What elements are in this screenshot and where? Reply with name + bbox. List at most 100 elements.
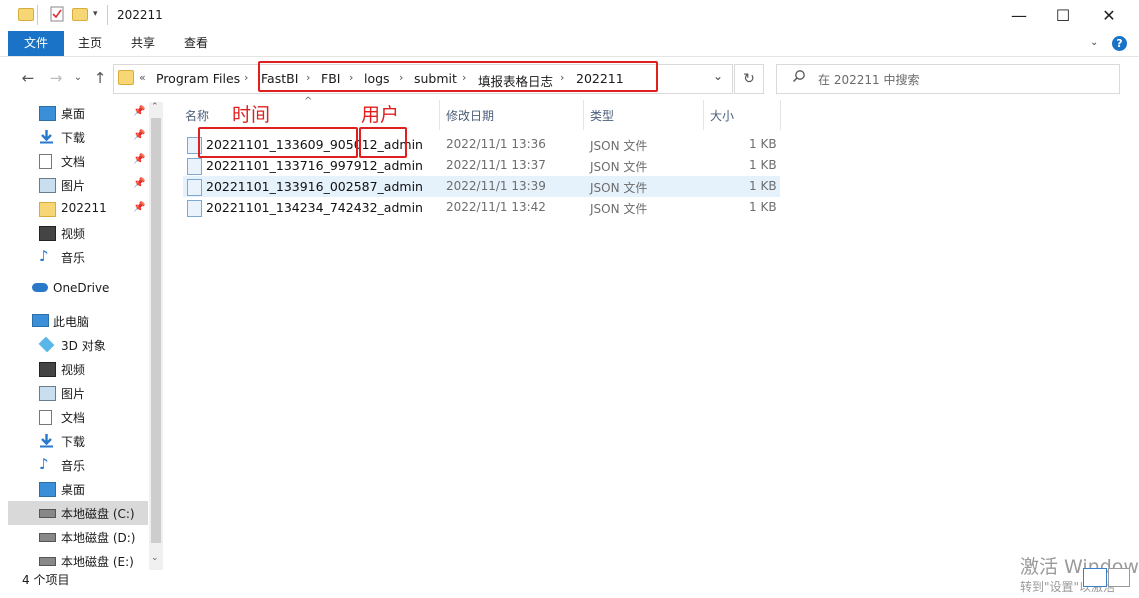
pictures-icon	[39, 386, 56, 401]
tab-home[interactable]: 主页	[70, 31, 110, 56]
large-icons-view-icon[interactable]	[1108, 568, 1130, 587]
sidebar-item-pictures-pc[interactable]: 图片	[0, 381, 148, 405]
breadcrumb-program-files[interactable]: Program Files	[156, 71, 240, 86]
computer-icon	[32, 314, 49, 327]
file-name: 20221101_133916_002587_admin	[206, 179, 423, 194]
back-button[interactable]: ←	[16, 66, 40, 90]
close-button[interactable]: ✕	[1086, 0, 1132, 31]
json-file-icon	[187, 200, 202, 217]
sidebar-item-music-pc[interactable]: ♪ 音乐	[0, 453, 148, 477]
quick-access-dropdown-icon[interactable]: ▾	[93, 9, 98, 19]
file-size: 1 KB	[749, 137, 777, 151]
sidebar-item-this-pc[interactable]: 此电脑	[0, 309, 148, 333]
refresh-button[interactable]: ↻	[734, 64, 764, 94]
column-divider[interactable]	[439, 100, 440, 130]
sidebar-item-downloads[interactable]: 下载 📌	[0, 125, 148, 149]
sidebar-item-desktop-pc[interactable]: 桌面	[0, 477, 148, 501]
annotation-user-label: 用户	[361, 104, 400, 126]
minimize-button[interactable]: —	[996, 0, 1042, 31]
column-divider[interactable]	[583, 100, 584, 130]
search-icon	[792, 69, 806, 86]
file-type: JSON 文件	[590, 160, 648, 174]
document-icon	[39, 154, 52, 169]
sidebar-item-202211[interactable]: 202211 📌	[0, 197, 148, 221]
breadcrumb-overflow[interactable]: «	[139, 71, 146, 84]
scroll-down-icon[interactable]: ⌄	[151, 553, 159, 563]
pin-icon: 📌	[133, 202, 146, 213]
column-header-modified[interactable]: 修改日期	[446, 107, 494, 124]
annotation-user-box	[359, 127, 407, 158]
up-button[interactable]: ↑	[88, 66, 112, 90]
pin-icon: 📌	[133, 130, 146, 141]
file-modified: 2022/11/1 13:42	[446, 200, 546, 214]
json-file-icon	[187, 179, 202, 196]
cloud-icon	[32, 283, 48, 292]
help-icon[interactable]: ?	[1112, 36, 1127, 51]
divider	[107, 5, 108, 25]
desktop-icon	[39, 106, 56, 121]
address-dropdown-icon[interactable]: ⌄	[713, 69, 723, 83]
drive-icon	[39, 509, 56, 518]
annotation-time-label: 时间	[232, 104, 271, 126]
download-icon	[39, 130, 54, 144]
divider	[37, 5, 38, 25]
pin-icon: 📌	[133, 154, 146, 165]
column-header-type[interactable]: 类型	[590, 107, 614, 124]
file-type: JSON 文件	[590, 181, 648, 195]
sidebar-item-documents[interactable]: 文档 📌	[0, 149, 148, 173]
file-type: JSON 文件	[590, 139, 648, 153]
folder-icon	[39, 202, 56, 217]
chevron-right-icon[interactable]: ›	[244, 71, 248, 84]
window-title: 202211	[117, 8, 163, 22]
document-icon	[39, 410, 52, 425]
json-file-icon	[187, 158, 202, 175]
ribbon	[0, 31, 1139, 57]
tab-file[interactable]: 文件	[8, 31, 64, 56]
drive-icon	[39, 557, 56, 566]
search-placeholder: 在 202211 中搜索	[818, 73, 920, 87]
column-header-size[interactable]: 大小	[710, 107, 734, 124]
recent-locations-icon[interactable]: ⌄	[66, 66, 90, 90]
drive-icon	[39, 533, 56, 542]
column-header-name[interactable]: 名称	[185, 107, 209, 124]
sidebar-item-videos[interactable]: 视频	[0, 221, 148, 245]
column-divider[interactable]	[703, 100, 704, 130]
file-modified: 2022/11/1 13:39	[446, 179, 546, 193]
file-row[interactable]: 20221101_133716_997912_admin 2022/11/1 1…	[183, 155, 780, 176]
column-divider[interactable]	[780, 100, 781, 130]
tab-view[interactable]: 查看	[176, 31, 216, 56]
music-icon: ♪	[39, 455, 49, 473]
sidebar-item-music[interactable]: ♪ 音乐	[0, 245, 148, 269]
pin-icon: 📌	[133, 178, 146, 189]
file-modified: 2022/11/1 13:36	[446, 137, 546, 151]
pictures-icon	[39, 178, 56, 193]
file-row[interactable]: 20221101_134234_742432_admin 2022/11/1 1…	[183, 197, 780, 218]
sidebar-item-downloads-pc[interactable]: 下载	[0, 429, 148, 453]
download-icon	[39, 434, 54, 448]
sidebar-scrollbar-thumb[interactable]	[151, 118, 161, 543]
annotation-time-box	[198, 127, 358, 158]
sidebar-item-pictures[interactable]: 图片 📌	[0, 173, 148, 197]
sidebar-item-3d-objects[interactable]: 3D 对象	[0, 333, 148, 357]
maximize-button[interactable]: ☐	[1040, 0, 1086, 31]
status-item-count: 4 个项目	[22, 573, 70, 587]
music-icon: ♪	[39, 247, 49, 265]
file-row[interactable]: 20221101_133916_002587_admin 2022/11/1 1…	[183, 176, 780, 197]
forward-button[interactable]: →	[44, 66, 68, 90]
file-name: 20221101_134234_742432_admin	[206, 200, 423, 215]
details-view-icon[interactable]	[1083, 568, 1107, 587]
cube-icon	[38, 336, 55, 353]
scroll-up-icon[interactable]: ⌃	[151, 102, 159, 112]
sidebar-item-drive-e[interactable]: 本地磁盘 (E:)	[0, 549, 148, 573]
sidebar-item-videos-pc[interactable]: 视频	[0, 357, 148, 381]
tab-share[interactable]: 共享	[123, 31, 163, 56]
sidebar-item-desktop[interactable]: 桌面 📌	[0, 101, 148, 125]
sidebar-item-drive-c[interactable]: 本地磁盘 (C:)	[8, 501, 148, 525]
properties-icon[interactable]	[49, 6, 65, 22]
new-folder-icon[interactable]	[72, 6, 88, 22]
expand-ribbon-icon[interactable]: ⌄	[1090, 37, 1098, 48]
sidebar-item-drive-d[interactable]: 本地磁盘 (D:)	[0, 525, 148, 549]
file-size: 1 KB	[749, 158, 777, 172]
sidebar-item-documents-pc[interactable]: 文档	[0, 405, 148, 429]
sidebar-item-onedrive[interactable]: OneDrive	[0, 277, 148, 301]
